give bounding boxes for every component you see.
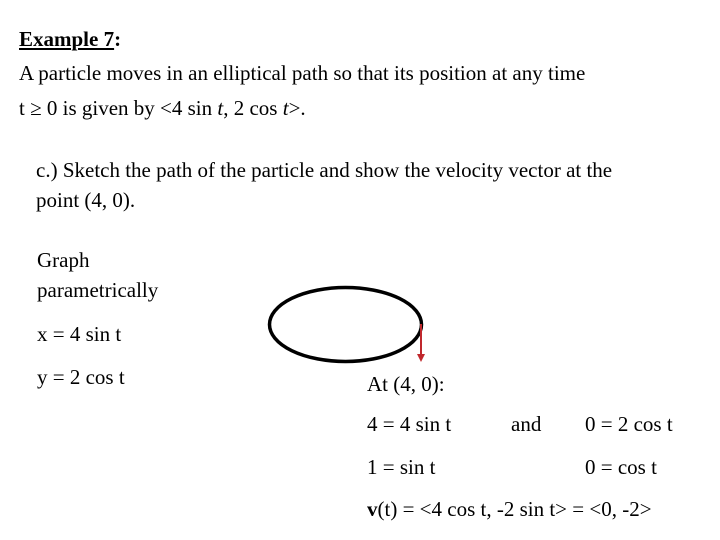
part-c-line-1: c.) Sketch the path of the particle and … [36, 158, 613, 182]
at-point-label: At (4, 0): [367, 372, 445, 396]
example-title: Example 7: [19, 27, 121, 51]
y-equation: y = 2 cos t [37, 365, 125, 389]
equation-2-left: 1 = sin t [367, 455, 436, 479]
velocity-equation: v(t) = <4 cos t, -2 sin t> = <0, -2> [367, 497, 652, 521]
method-line-2: parametrically [37, 278, 159, 302]
example-title-colon: : [114, 27, 122, 51]
problem-text: >. [288, 96, 306, 120]
problem-line-1: A particle moves in an elliptical path s… [19, 61, 586, 85]
problem-text: t ≥ 0 is given by <4 sin [19, 96, 218, 120]
problem-line-2: t ≥ 0 is given by <4 sin t, 2 cos t>. [19, 96, 306, 120]
velocity-symbol: v [367, 497, 378, 521]
method-line-1: Graph [37, 248, 90, 272]
equation-1-right: 0 = 2 cos t [585, 412, 673, 436]
elliptical-path [267, 285, 424, 364]
part-c-line-2: point (4, 0). [36, 188, 136, 212]
problem-text: , 2 cos [223, 96, 283, 120]
x-equation: x = 4 sin t [37, 322, 122, 346]
and-label: and [511, 412, 542, 436]
equation-2-right: 0 = cos t [585, 455, 657, 479]
ellipse-graph [267, 285, 425, 364]
velocity-expression: (t) = <4 cos t, -2 sin t> = <0, -2> [377, 497, 652, 521]
equation-1-left: 4 = 4 sin t [367, 412, 452, 436]
example-title-label: Example 7 [19, 27, 115, 51]
